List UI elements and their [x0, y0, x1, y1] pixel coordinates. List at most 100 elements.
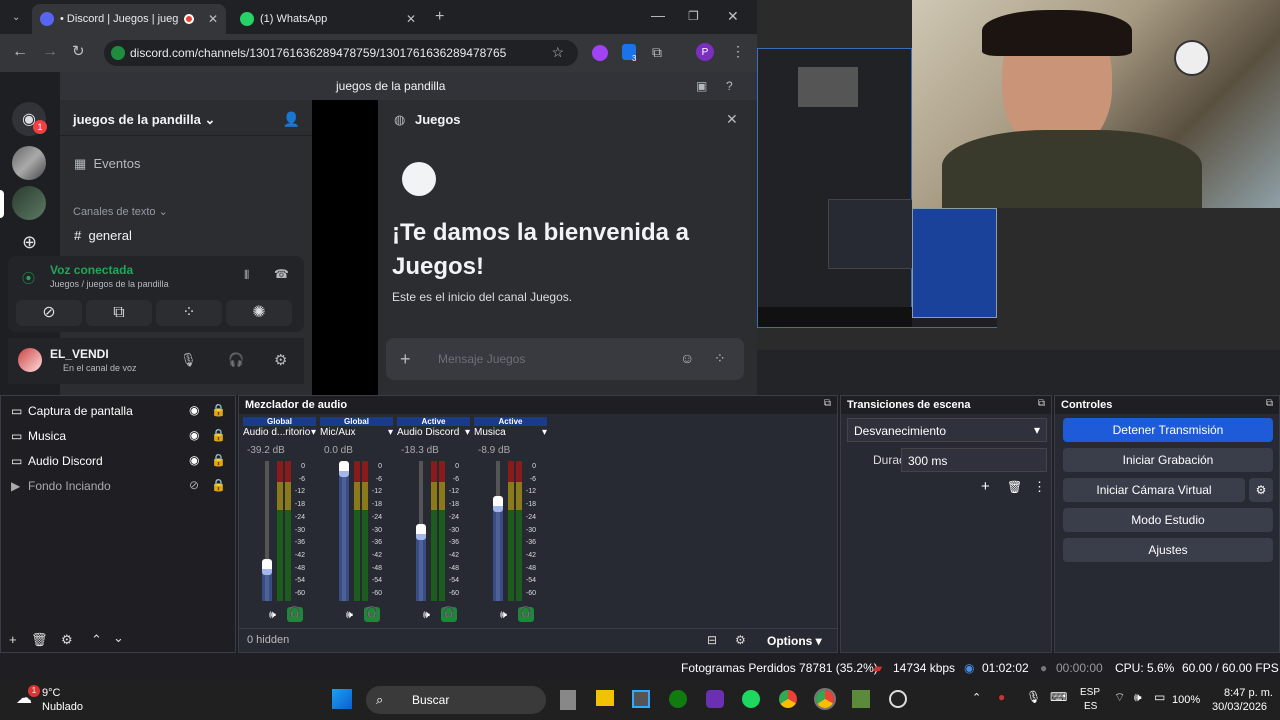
xbox-icon[interactable]: [669, 690, 687, 708]
disconnect-icon[interactable]: ☎: [274, 267, 289, 281]
close-window-icon[interactable]: ✕: [727, 9, 739, 23]
profile-avatar[interactable]: P: [696, 43, 714, 61]
tray-chevron-icon[interactable]: ⌃: [972, 691, 981, 704]
message-input[interactable]: + Mensaje Juegos ☺ ⁘: [386, 338, 744, 380]
lang-primary[interactable]: ESP: [1080, 687, 1100, 698]
mixer-channel-name[interactable]: Mic/Aux ▾: [320, 427, 393, 439]
virtual-camera-settings-gear-icon[interactable]: ⚙: [1249, 478, 1273, 502]
settings-button[interactable]: Ajustes: [1063, 538, 1273, 562]
speaker-icon[interactable]: 🕪: [423, 609, 430, 622]
monitor-headphones-icon[interactable]: 🎧: [287, 607, 303, 622]
chrome-profile-icon[interactable]: [814, 688, 836, 710]
eye-icon[interactable]: ◉: [189, 403, 199, 417]
reload-icon[interactable]: ↻: [72, 44, 85, 59]
mixer-channel-name[interactable]: Audio d...ritorio ▾: [243, 427, 316, 439]
transition-menu-icon[interactable]: ⋮: [1033, 479, 1046, 495]
avatar[interactable]: [18, 348, 42, 372]
mixer-channel-name[interactable]: Audio Discord ▾: [397, 427, 470, 439]
server-icon[interactable]: [12, 146, 46, 180]
volume-icon[interactable]: 🕪: [1134, 690, 1142, 705]
transition-select[interactable]: Desvanecimiento ▾: [847, 418, 1047, 442]
new-tab-icon[interactable]: +: [435, 9, 444, 25]
add-attachment-icon[interactable]: +: [400, 349, 411, 370]
undock-icon[interactable]: ⧉: [824, 398, 831, 409]
move-down-icon[interactable]: ⌄: [113, 630, 124, 646]
clock-date[interactable]: 30/03/2026: [1212, 701, 1267, 713]
help-icon[interactable]: ?: [726, 79, 733, 93]
clock-time[interactable]: 8:47 p. m.: [1224, 687, 1273, 699]
start-recording-button[interactable]: Iniciar Grabación: [1063, 448, 1273, 472]
events-item[interactable]: ▦ Eventos: [74, 156, 141, 172]
add-source-icon[interactable]: +: [9, 632, 17, 647]
server-header[interactable]: juegos de la pandilla ⌄ 👤: [60, 100, 312, 136]
lock-icon[interactable]: 🔒: [211, 478, 226, 492]
noise-suppression-icon[interactable]: ⦀: [244, 268, 249, 283]
extensions-puzzle-icon[interactable]: ⧉: [652, 45, 662, 59]
spotify-icon[interactable]: [742, 690, 760, 708]
source-item[interactable]: ▭ Captura de pantalla ◉ 🔒: [1, 400, 235, 422]
dropdown-arrow-icon[interactable]: ▾: [388, 427, 393, 438]
file-explorer-icon[interactable]: [596, 690, 614, 706]
eye-hidden-icon[interactable]: ⊘: [189, 478, 199, 492]
speaker-icon[interactable]: 🕪: [346, 609, 353, 622]
tab-whatsapp[interactable]: (1) WhatsApp ✕: [232, 4, 424, 34]
chrome-icon[interactable]: [779, 690, 797, 708]
remove-source-icon[interactable]: 🗑: [31, 632, 48, 648]
options-button[interactable]: Options ▾: [767, 634, 822, 648]
eye-icon[interactable]: ◉: [189, 453, 199, 467]
monitor-headphones-icon[interactable]: 🎧: [441, 607, 457, 622]
store-icon[interactable]: [632, 690, 650, 708]
app-icon[interactable]: [706, 690, 724, 708]
source-item[interactable]: ▭ Musica ◉ 🔒: [1, 425, 235, 447]
restore-icon[interactable]: ❐: [688, 9, 699, 23]
undock-icon[interactable]: ⧉: [1266, 398, 1273, 409]
close-tab-icon[interactable]: ✕: [406, 12, 416, 26]
speaker-icon[interactable]: 🕪: [269, 609, 276, 622]
extension-icon[interactable]: [592, 45, 608, 61]
microphone-icon[interactable]: 🎙: [180, 352, 197, 368]
source-item[interactable]: ▭ Audio Discord ◉ 🔒: [1, 450, 235, 472]
studio-mode-button[interactable]: Modo Estudio: [1063, 508, 1273, 532]
lang-secondary[interactable]: ES: [1084, 701, 1097, 712]
screen-share-button[interactable]: ⧉: [86, 300, 152, 326]
lock-icon[interactable]: 🔒: [211, 453, 226, 467]
speaker-icon[interactable]: 🕪: [500, 609, 507, 622]
category-text-channels[interactable]: Canales de texto ⌄: [73, 205, 168, 218]
site-info-icon[interactable]: [111, 46, 125, 60]
stop-streaming-button[interactable]: Detener Transmisión: [1063, 418, 1273, 442]
layout-icon[interactable]: ⊟: [707, 633, 717, 647]
settings-gear-icon[interactable]: ⚙: [274, 351, 287, 369]
tray-app-icon[interactable]: ●: [998, 690, 1005, 704]
activities-button[interactable]: ⁘: [156, 300, 222, 326]
emoji-icon[interactable]: ☺: [680, 350, 694, 366]
forward-icon[interactable]: →: [42, 44, 58, 60]
tab-search-icon[interactable]: ⌄: [12, 11, 20, 25]
battery-icon[interactable]: ▭: [1154, 690, 1165, 704]
undock-icon[interactable]: ⧉: [1038, 398, 1045, 409]
minecraft-icon[interactable]: [852, 690, 870, 708]
minimize-icon[interactable]: —: [651, 8, 665, 22]
headphones-icon[interactable]: 🎧: [228, 352, 244, 368]
close-tab-icon[interactable]: ✕: [208, 12, 218, 26]
source-item[interactable]: ▶ Fondo Inciando ⊘ 🔒: [1, 475, 235, 497]
mixer-settings-icon[interactable]: ⚙: [735, 633, 746, 647]
back-icon[interactable]: ←: [12, 44, 28, 60]
task-view-icon[interactable]: [560, 690, 576, 710]
mixer-channel-name[interactable]: Musica ▾: [474, 427, 547, 439]
voice-status[interactable]: Voz conectada: [50, 263, 133, 277]
start-virtual-camera-button[interactable]: Iniciar Cámara Virtual: [1063, 478, 1245, 502]
duration-spinbox[interactable]: 300 ms: [901, 448, 1047, 472]
dropdown-arrow-icon[interactable]: ▾: [311, 427, 316, 438]
lock-icon[interactable]: 🔒: [211, 428, 226, 442]
weather-text[interactable]: Nublado: [42, 701, 83, 713]
eye-icon[interactable]: ◉: [189, 428, 199, 442]
dropdown-arrow-icon[interactable]: ▾: [542, 427, 547, 438]
add-transition-icon[interactable]: +: [981, 478, 990, 495]
keyboard-icon[interactable]: ⌨: [1050, 690, 1067, 704]
tray-mic-icon[interactable]: 🎙: [1026, 690, 1041, 704]
dropdown-arrow-icon[interactable]: ▾: [465, 427, 470, 438]
windows-start-icon[interactable]: [332, 689, 352, 709]
channel-general[interactable]: # general: [74, 228, 132, 243]
source-settings-gear-icon[interactable]: ⚙: [61, 632, 73, 648]
temperature[interactable]: 9°C: [42, 687, 60, 699]
